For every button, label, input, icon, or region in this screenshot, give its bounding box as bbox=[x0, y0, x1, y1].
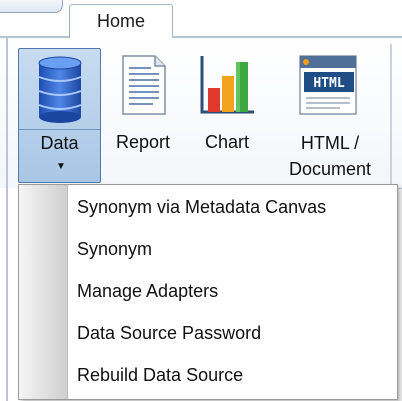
chart-button-label: Chart bbox=[204, 132, 249, 152]
split-button-divider bbox=[19, 129, 100, 130]
left-panel-edge bbox=[0, 188, 18, 401]
data-button[interactable]: Data ▼ bbox=[18, 48, 101, 183]
data-button-label: Data bbox=[40, 133, 79, 153]
menu-item-rebuild-data-source[interactable]: Rebuild Data Source bbox=[77, 355, 395, 395]
menu-item-synonym-via-metadata-canvas[interactable]: Synonym via Metadata Canvas bbox=[77, 187, 395, 227]
report-button-label: Report bbox=[115, 132, 171, 152]
html-document-button-label: HTML / Document bbox=[276, 130, 384, 182]
menu-item-synonym[interactable]: Synonym bbox=[77, 229, 395, 269]
html-label-line1: HTML / bbox=[300, 133, 360, 153]
tab-home[interactable]: Home bbox=[69, 4, 173, 38]
report-document-icon bbox=[122, 55, 166, 115]
database-icon bbox=[38, 56, 82, 123]
svg-text:HTML: HTML bbox=[313, 76, 344, 91]
html-document-button[interactable]: HTML HTML / Document bbox=[276, 48, 384, 183]
report-button[interactable]: Report bbox=[108, 48, 178, 183]
menu-icon-gutter bbox=[19, 185, 67, 399]
chart-button[interactable]: Chart bbox=[192, 48, 262, 183]
menu-item-data-source-password[interactable]: Data Source Password bbox=[77, 313, 395, 353]
ribbon-group-separator bbox=[390, 44, 392, 184]
tab-home-label: Home bbox=[96, 11, 145, 31]
application-menu-button[interactable] bbox=[0, 0, 63, 13]
html-label-line2: Document bbox=[288, 159, 372, 179]
html-document-icon: HTML bbox=[299, 55, 357, 115]
app-window: Home Data ▼ Report Chart HTML HTML / Doc… bbox=[0, 0, 402, 401]
left-panel-border bbox=[6, 188, 8, 401]
dropdown-arrow-icon[interactable]: ▼ bbox=[56, 161, 66, 172]
bar-chart-icon bbox=[200, 56, 254, 114]
data-dropdown-menu: Synonym via Metadata Canvas Synonym Mana… bbox=[18, 184, 398, 400]
menu-gutter-divider bbox=[67, 185, 68, 399]
ribbon-left-border bbox=[6, 38, 8, 188]
menu-item-manage-adapters[interactable]: Manage Adapters bbox=[77, 271, 395, 311]
